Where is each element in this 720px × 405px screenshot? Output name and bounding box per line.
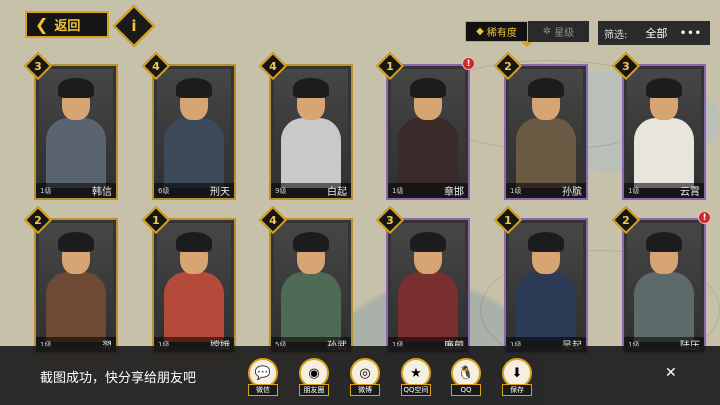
weibo-icon: ◎ bbox=[359, 365, 371, 381]
hero-card[interactable]: 1级陆压 bbox=[622, 218, 706, 354]
card-footer: 1级 韩信 bbox=[36, 183, 116, 198]
hero-portrait bbox=[281, 232, 341, 342]
close-icon[interactable]: ✕ bbox=[665, 365, 677, 381]
rank-value: 2 bbox=[504, 59, 512, 73]
hero-name: 刑天 bbox=[210, 187, 230, 198]
qq-icon: 🐧 bbox=[457, 365, 475, 381]
hero-level: 6级 bbox=[158, 186, 170, 195]
card-footer: 1级 云霄 bbox=[624, 183, 704, 198]
info-icon: i bbox=[131, 17, 137, 35]
rank-value: 1 bbox=[152, 213, 160, 227]
chevron-left-icon: ❮ bbox=[35, 14, 49, 34]
hero-portrait bbox=[516, 78, 576, 188]
hero-portrait bbox=[281, 78, 341, 188]
more-icon[interactable]: ••• bbox=[680, 28, 702, 39]
moments-icon: ◉ bbox=[308, 365, 320, 381]
save-icon: ⬇ bbox=[511, 365, 523, 381]
card-footer: 6级 刑天 bbox=[154, 183, 234, 198]
rank-value: 1 bbox=[386, 59, 394, 73]
info-button[interactable]: i bbox=[112, 4, 156, 48]
hero-portrait bbox=[46, 232, 106, 342]
rank-value: 3 bbox=[34, 59, 42, 73]
hero-card[interactable]: 6级 刑天 bbox=[152, 64, 236, 200]
hero-level: 1级 bbox=[628, 186, 640, 195]
hero-name: 白起 bbox=[327, 187, 347, 198]
hero-name: 章邯 bbox=[444, 187, 464, 198]
tab-rarity[interactable]: ◆ 稀有度 bbox=[465, 21, 528, 42]
active-tab-caret bbox=[521, 42, 533, 47]
alert-icon: ! bbox=[698, 211, 711, 224]
share-bar: 截图成功，快分享给朋友吧 💬 微信 ◉ 朋友圈 ◎ 微博 ★ QQ空间 🐧 QQ ⬇ 保存 bbox=[0, 346, 720, 405]
hero-portrait bbox=[46, 78, 106, 188]
hero-portrait bbox=[164, 78, 224, 188]
hero-portrait bbox=[634, 232, 694, 342]
hero-name: 云霄 bbox=[680, 187, 700, 198]
rank-value: 3 bbox=[386, 213, 394, 227]
hero-card[interactable]: 1级吴起 bbox=[504, 218, 588, 354]
hero-name: 孙膑 bbox=[562, 187, 582, 198]
card-footer: 9级 白起 bbox=[271, 183, 351, 198]
hero-card[interactable]: 1级嫦娥 bbox=[152, 218, 236, 354]
filter-dropdown[interactable]: 筛选: 全部 ••• bbox=[598, 21, 710, 45]
hero-portrait bbox=[164, 232, 224, 342]
tab-stars[interactable]: ✲ 星级 bbox=[528, 21, 589, 42]
card-footer: 1级 章邯 bbox=[388, 183, 468, 198]
hero-card[interactable]: 1级羿 bbox=[34, 218, 118, 354]
hero-card[interactable]: 9级 白起 bbox=[269, 64, 353, 200]
share-label[interactable]: 保存 bbox=[502, 384, 532, 396]
card-footer: 1级 孙膑 bbox=[506, 183, 586, 198]
hero-card[interactable]: 1级 孙膑 bbox=[504, 64, 588, 200]
tab-label: 稀有度 bbox=[486, 28, 517, 39]
tab-label: 星级 bbox=[554, 28, 575, 39]
share-label[interactable]: QQ空间 bbox=[401, 384, 431, 396]
hero-portrait bbox=[398, 232, 458, 342]
rank-value: 2 bbox=[622, 213, 630, 227]
hero-card[interactable]: 1级 韩信 bbox=[34, 64, 118, 200]
wechat-icon: 💬 bbox=[254, 365, 272, 381]
hero-portrait bbox=[398, 78, 458, 188]
hero-card[interactable]: 1级 云霄 bbox=[622, 64, 706, 200]
rank-value: 2 bbox=[34, 213, 42, 227]
hero-card[interactable]: 1级廉颇 bbox=[386, 218, 470, 354]
hero-card[interactable]: 5级孙武 bbox=[269, 218, 353, 354]
diamond-icon: ◆ bbox=[476, 26, 484, 37]
star-icon: ✲ bbox=[542, 26, 552, 37]
share-message: 截图成功，快分享给朋友吧 bbox=[40, 371, 197, 386]
share-label[interactable]: 微博 bbox=[350, 384, 380, 396]
alert-icon: ! bbox=[462, 57, 475, 70]
hero-name: 韩信 bbox=[92, 187, 112, 198]
share-label[interactable]: QQ bbox=[451, 384, 481, 396]
filter-value: 全部 bbox=[645, 27, 668, 40]
hero-level: 1级 bbox=[40, 186, 52, 195]
hero-portrait bbox=[516, 232, 576, 342]
hero-level: 9级 bbox=[275, 186, 287, 195]
share-label[interactable]: 微信 bbox=[248, 384, 278, 396]
rank-value: 1 bbox=[504, 213, 512, 227]
share-label[interactable]: 朋友圈 bbox=[299, 384, 329, 396]
rank-value: 3 bbox=[622, 59, 630, 73]
hero-portrait bbox=[634, 78, 694, 188]
back-button-label: 返回 bbox=[54, 19, 81, 34]
sort-toggle: ◆ 稀有度 ✲ 星级 bbox=[465, 21, 589, 42]
rank-value: 4 bbox=[269, 59, 277, 73]
qzone-icon: ★ bbox=[410, 365, 422, 381]
rank-value: 4 bbox=[269, 213, 277, 227]
rank-value: 4 bbox=[152, 59, 160, 73]
back-button[interactable]: ❮ 返回 bbox=[25, 11, 109, 38]
hero-card[interactable]: 1级 章邯 bbox=[386, 64, 470, 200]
hero-level: 1级 bbox=[510, 186, 522, 195]
filter-label: 筛选: bbox=[604, 29, 628, 41]
hero-level: 1级 bbox=[392, 186, 404, 195]
